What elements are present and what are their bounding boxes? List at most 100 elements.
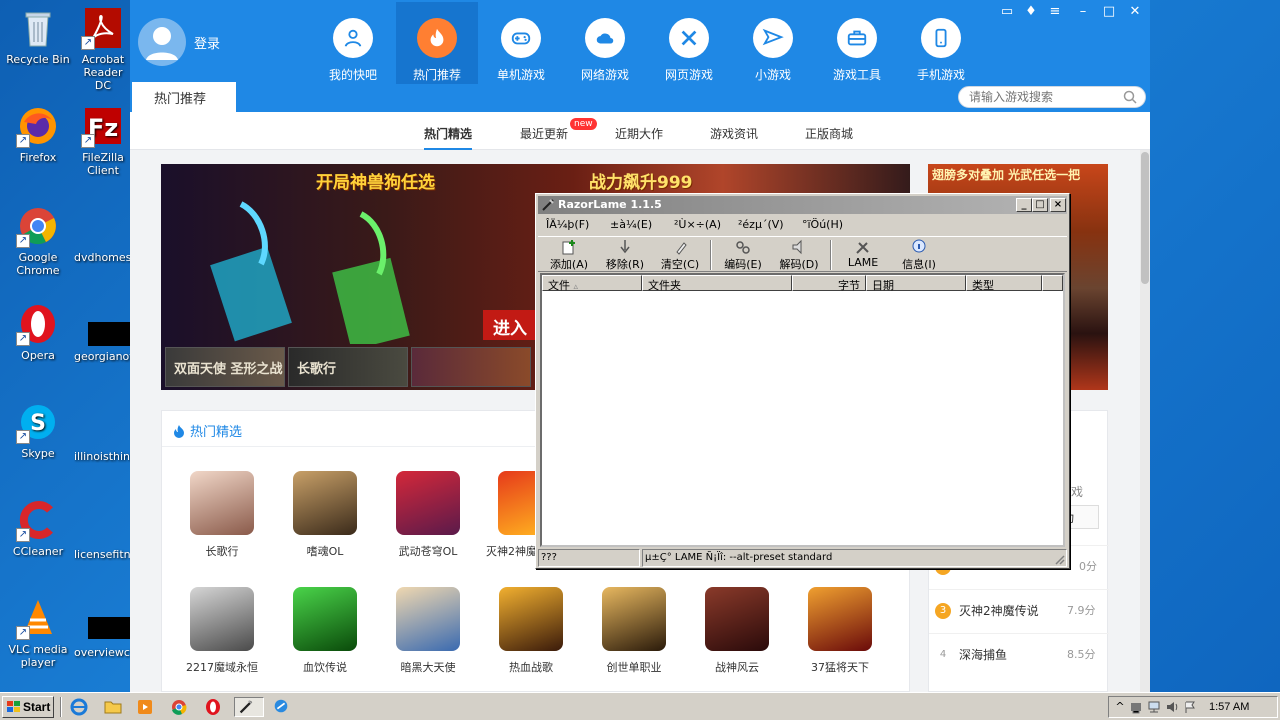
game-tile[interactable]: 血饮传说 (280, 587, 370, 675)
feedback-icon[interactable]: ▭ (996, 4, 1018, 19)
network-icon[interactable] (1147, 700, 1161, 714)
nav-game-tools[interactable]: 游戏工具 (816, 2, 898, 84)
game-tile[interactable]: 战神风云 (692, 587, 782, 675)
column-filler (1042, 275, 1063, 291)
desktop-icon-label: dvdhomes.rtf (74, 251, 132, 264)
nav-online-games[interactable]: 网络游戏 (564, 2, 646, 84)
menu-edit[interactable]: ±à¼­(E) (610, 218, 652, 231)
quicklaunch-chrome[interactable] (168, 697, 190, 717)
desktop-icon-dvdhomes[interactable]: dvdhomes.rtf (74, 204, 132, 264)
nav-single-player[interactable]: 单机游戏 (480, 2, 562, 84)
show-hidden-icons-icon[interactable]: ^ (1113, 700, 1127, 714)
nav-mobile-games[interactable]: 手机游戏 (900, 2, 982, 84)
minimize-button[interactable]: _ (1016, 198, 1032, 212)
start-button[interactable]: Start (2, 696, 54, 718)
maximize-icon[interactable]: □ (1098, 4, 1120, 19)
login-link[interactable]: 登录 (194, 33, 220, 52)
column-type[interactable]: 类型 (966, 275, 1042, 292)
subtab-recent-updates[interactable]: 最近更新 (520, 125, 568, 142)
subtab-hot-picks[interactable]: 热门精选 (424, 125, 473, 150)
game-tile[interactable]: 热血战歌 (486, 587, 576, 675)
taskbar-game-center[interactable] (270, 697, 300, 717)
clear-button[interactable]: 清空(C) (655, 239, 705, 272)
column-file[interactable]: 文件 ▵ (542, 275, 642, 292)
desktop-icon-opera[interactable]: ↗ Opera (0, 302, 76, 362)
subtab-game-news[interactable]: 游戏资讯 (710, 125, 758, 142)
desktop-icon-acrobat[interactable]: ↗ Acrobat Reader DC (74, 6, 132, 92)
desktop-icon-recycle-bin[interactable]: Recycle Bin (0, 6, 76, 66)
banner-thumb-3[interactable] (411, 347, 531, 387)
desktop-icon-vlc[interactable]: ↗ VLC media player (0, 596, 76, 669)
menu-help[interactable]: °ïÖú(H) (802, 218, 843, 231)
clock[interactable]: 1:57 AM (1209, 701, 1249, 713)
game-tile[interactable]: 长歌行 (177, 471, 267, 559)
search-input[interactable] (969, 87, 1119, 107)
desktop-icon-chrome[interactable]: ↗ Google Chrome (0, 204, 76, 277)
nav-mini-games[interactable]: 小游戏 (732, 2, 814, 84)
nav-hot-recommend[interactable]: 热门推荐 (396, 2, 478, 84)
title-bar[interactable]: RazorLame 1.1.5 _ □ × (538, 196, 1067, 214)
quicklaunch-explorer[interactable] (102, 697, 124, 717)
lame-options-button[interactable]: LAME (838, 239, 888, 269)
desktop-icon-illinoisthink[interactable]: illinoisthink (74, 450, 132, 463)
nav-my-kuaiba[interactable]: 我的快吧 (312, 2, 394, 84)
sub-navigation: 热门精选 最近更新 近期大作 游戏资讯 正版商城 (130, 112, 1150, 150)
game-tile[interactable]: 37猛将天下 (795, 587, 885, 675)
search-icon[interactable] (1123, 90, 1137, 104)
desktop-icon-georgianot[interactable]: georgianot (74, 350, 132, 363)
info-button[interactable]: 信息(I) (894, 239, 944, 272)
encode-button[interactable]: 编码(E) (718, 239, 768, 272)
ranking-row[interactable]: 4 深海捕鱼 8.5分 (929, 633, 1109, 677)
desktop-icon-skype[interactable]: S ↗ Skype (0, 400, 76, 460)
banner-thumb-2[interactable]: 长歌行 (288, 347, 408, 387)
desktop-icon-ccleaner[interactable]: ↗ CCleaner (0, 498, 76, 558)
section-title-label: 热门精选 (190, 425, 243, 440)
desktop-icon-filezilla[interactable]: Fz ↗ FileZilla Client (74, 104, 132, 177)
game-tile[interactable]: 暗黑大天使 (383, 587, 473, 675)
banner-thumb-1[interactable]: 双面天使 圣形之战 (165, 347, 285, 387)
desktop-icon-firefox[interactable]: ↗ Firefox (0, 104, 76, 164)
tab-hot-recommend[interactable]: 热门推荐 (132, 82, 236, 112)
quicklaunch-opera[interactable] (202, 697, 224, 717)
game-tile[interactable]: 创世单职业 (589, 587, 679, 675)
menu-file[interactable]: ÎÄ¼þ(F) (546, 218, 589, 231)
decode-button[interactable]: 解码(D) (774, 239, 824, 272)
desktop-icon-label: Acrobat Reader DC (81, 53, 125, 92)
subtab-recent-hits[interactable]: 近期大作 (615, 125, 663, 142)
scrollbar-thumb[interactable] (1141, 152, 1149, 284)
flag-icon[interactable] (1183, 700, 1197, 714)
ranking-row[interactable]: 3 灭神2神魔传说 7.9分 (929, 589, 1109, 633)
add-button[interactable]: 添加(A) (544, 239, 594, 272)
column-date[interactable]: 日期 (866, 275, 966, 292)
avatar[interactable] (138, 18, 186, 66)
skin-icon[interactable]: ♦ (1020, 4, 1042, 19)
subtab-official-store[interactable]: 正版商城 (805, 125, 853, 142)
minimize-icon[interactable]: – (1072, 4, 1094, 19)
column-folder[interactable]: 文件夹 (642, 275, 792, 292)
quicklaunch-media[interactable] (134, 697, 156, 717)
quicklaunch-ie[interactable] (68, 697, 90, 717)
volume-icon[interactable] (1165, 700, 1179, 714)
menu-view[interactable]: ²ézµ´(V) (738, 218, 784, 231)
resize-grip-icon[interactable] (1053, 553, 1065, 565)
game-tile[interactable]: 武动苍穹OL (383, 471, 473, 559)
close-icon[interactable]: ✕ (1124, 4, 1146, 19)
remove-button[interactable]: 移除(R) (600, 239, 650, 272)
search-box[interactable] (958, 86, 1146, 108)
banner-enter-button[interactable]: 进入 (483, 310, 543, 340)
desktop-icon-licensefitne[interactable]: licensefitne (74, 548, 132, 561)
settings-menu-icon[interactable]: ≡ (1044, 4, 1066, 19)
maximize-button[interactable]: □ (1032, 198, 1048, 212)
desktop-icon-overviewcc[interactable]: overviewcc (74, 646, 132, 659)
game-tile[interactable]: 2217魔域永恒 (177, 587, 267, 675)
taskbar-razorlame[interactable] (234, 697, 264, 717)
file-list[interactable]: 文件 ▵ 文件夹 字节 日期 类型 (540, 273, 1065, 547)
game-name: 2217魔域永恒 (186, 661, 258, 674)
shortcut-arrow-icon: ↗ (16, 528, 30, 542)
nav-web-games[interactable]: 网页游戏 (648, 2, 730, 84)
close-button[interactable]: × (1050, 198, 1066, 212)
column-bytes[interactable]: 字节 (792, 275, 866, 292)
action-center-icon[interactable] (1129, 700, 1143, 714)
menu-action[interactable]: ²Ù×÷(A) (674, 218, 721, 231)
game-tile[interactable]: 嗜魂OL (280, 471, 370, 559)
